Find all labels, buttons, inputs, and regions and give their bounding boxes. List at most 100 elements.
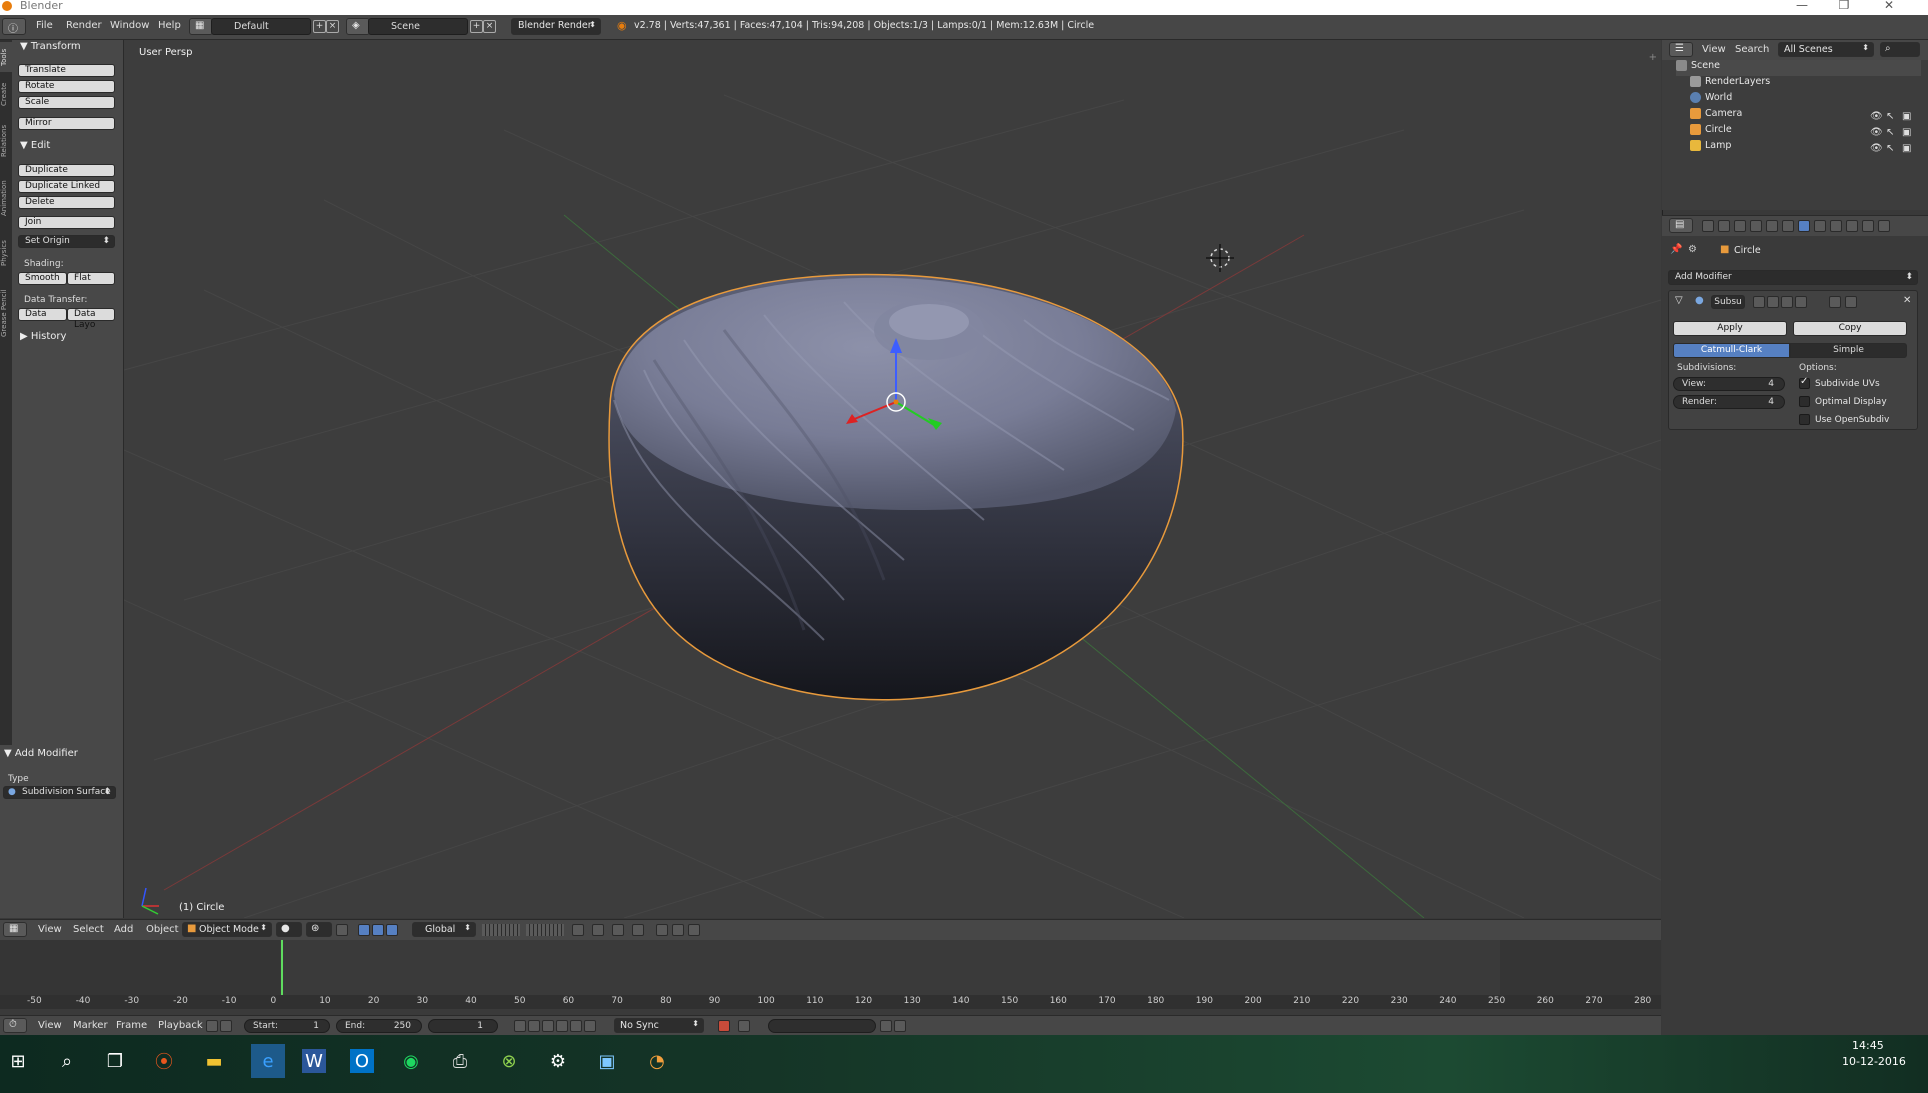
set-origin-select[interactable]: Set Origin ⬍ xyxy=(18,235,115,248)
layer-buttons-1[interactable] xyxy=(482,924,520,936)
play-reverse-icon[interactable] xyxy=(542,1020,554,1032)
search-icon[interactable]: ⌕ xyxy=(55,1049,79,1073)
rotate-button[interactable]: Rotate xyxy=(18,80,115,93)
tab-animation[interactable]: Animation xyxy=(0,168,12,228)
keying-set-icon[interactable] xyxy=(738,1020,750,1032)
smooth-button[interactable]: Smooth xyxy=(18,272,67,285)
snap-icon[interactable] xyxy=(612,924,624,936)
auto-keying-icon[interactable] xyxy=(718,1020,730,1032)
render-toggle-icon[interactable] xyxy=(1753,296,1765,308)
outliner-search-field[interactable]: ⌕ xyxy=(1880,42,1920,57)
lock-layers-icon[interactable] xyxy=(572,924,584,936)
collapse-arrow-icon[interactable]: ▽ xyxy=(1675,295,1683,306)
duplicate-button[interactable]: Duplicate xyxy=(18,164,115,177)
modifier-name-field[interactable]: Subsu xyxy=(1711,295,1745,309)
render-layers-tab-icon[interactable] xyxy=(1718,220,1730,232)
render-camera-icon[interactable]: ▣ xyxy=(1902,127,1911,138)
current-frame-field[interactable]: 1 xyxy=(428,1019,498,1033)
simple-toggle[interactable]: Simple xyxy=(1790,343,1907,358)
optimal-display-checkbox[interactable] xyxy=(1799,396,1810,407)
pin-icon[interactable]: 📌 xyxy=(1670,244,1682,255)
editor-type-info-button[interactable]: ⓘ xyxy=(2,18,26,35)
edge-icon[interactable]: e xyxy=(251,1044,285,1078)
subdivide-uvs-checkbox[interactable] xyxy=(1799,376,1810,389)
translate-manipulator-icon[interactable] xyxy=(358,924,370,936)
flat-button[interactable]: Flat xyxy=(67,272,115,285)
add-layout-icon[interactable]: + xyxy=(313,20,326,33)
modifier-type-select[interactable]: ● Subdivision Surface ⬍ xyxy=(3,786,116,799)
settings-icon[interactable]: ⚙ xyxy=(546,1049,570,1073)
end-frame-field[interactable]: End: 250 xyxy=(336,1019,422,1033)
modifiers-tab-icon[interactable] xyxy=(1798,220,1810,232)
editmode-toggle-icon[interactable] xyxy=(1781,296,1793,308)
tab-physics[interactable]: Physics xyxy=(0,230,12,276)
data-tab-icon[interactable] xyxy=(1814,220,1826,232)
timeline-menu-frame[interactable]: Frame xyxy=(116,1020,147,1031)
material-tab-icon[interactable] xyxy=(1830,220,1842,232)
menu-file[interactable]: File xyxy=(36,20,53,31)
texture-tab-icon[interactable] xyxy=(1846,220,1858,232)
interaction-mode-select[interactable]: ■ Object Mode ⬍ xyxy=(182,922,272,937)
jump-keyframe-back-icon[interactable] xyxy=(528,1020,540,1032)
opengl-render-icon[interactable] xyxy=(672,924,684,936)
proportional-edit-icon[interactable] xyxy=(592,924,604,936)
transform-orientation-select[interactable]: Global ⬍ xyxy=(412,922,476,937)
eye-icon[interactable]: 👁 xyxy=(1870,127,1883,138)
delete-button[interactable]: Delete xyxy=(18,196,115,209)
rotate-manipulator-icon[interactable] xyxy=(372,924,384,936)
jump-keyframe-forward-icon[interactable] xyxy=(570,1020,582,1032)
outliner-row-scene[interactable]: Scene xyxy=(1676,60,1921,76)
eye-icon[interactable]: 👁 xyxy=(1870,111,1883,122)
remove-modifier-icon[interactable]: ✕ xyxy=(1903,295,1911,306)
manipulator-toggle-icon[interactable] xyxy=(336,924,348,936)
outliner-menu-view[interactable]: View xyxy=(1702,44,1726,55)
view-levels-field[interactable]: View: 4 xyxy=(1673,377,1785,391)
xbox-icon[interactable]: ⊗ xyxy=(497,1049,521,1073)
outliner-menu-search[interactable]: Search xyxy=(1735,44,1769,55)
layer-buttons-2[interactable] xyxy=(526,924,564,936)
copy-button[interactable]: Copy xyxy=(1793,321,1907,336)
editor-type-outliner-button[interactable]: ☰ xyxy=(1669,42,1693,57)
data-layout-button[interactable]: Data Layo xyxy=(67,308,115,330)
play-icon[interactable] xyxy=(556,1020,568,1032)
active-keying-set-field[interactable] xyxy=(768,1019,876,1033)
viewport-toggle-icon[interactable] xyxy=(1767,296,1779,308)
jump-start-icon[interactable] xyxy=(514,1020,526,1032)
jump-end-icon[interactable] xyxy=(584,1020,596,1032)
menu-help[interactable]: Help xyxy=(158,20,181,31)
select-arrow-icon[interactable]: ↖ xyxy=(1886,127,1894,138)
add-scene-icon[interactable]: + xyxy=(470,20,483,33)
outliner-row-world[interactable]: World xyxy=(1690,92,1928,108)
editor-type-properties-button[interactable]: ▤ xyxy=(1669,218,1693,233)
start-frame-field[interactable]: Start: 1 xyxy=(244,1019,330,1033)
history-panel-header[interactable]: ▶ History xyxy=(20,331,66,342)
render-camera-icon[interactable]: ▣ xyxy=(1902,111,1911,122)
physics-tab-icon[interactable] xyxy=(1878,220,1890,232)
scene-browse-button[interactable]: ◈ xyxy=(346,18,370,35)
cage-toggle-icon[interactable] xyxy=(1795,296,1807,308)
menu-render[interactable]: Render xyxy=(66,20,102,31)
edit-panel-header[interactable]: ▼ Edit xyxy=(20,140,50,151)
render-camera-icon[interactable]: ▣ xyxy=(1902,143,1911,154)
remove-scene-icon[interactable]: × xyxy=(483,20,496,33)
mirror-button[interactable]: Mirror xyxy=(18,117,115,130)
outliner-display-mode-select[interactable]: All Scenes ⬍ xyxy=(1778,42,1874,57)
editor-type-3dview-button[interactable]: ▦ xyxy=(3,922,27,937)
select-arrow-icon[interactable]: ↖ xyxy=(1886,111,1894,122)
snap-target-icon[interactable] xyxy=(632,924,644,936)
use-opensubdiv-checkbox[interactable] xyxy=(1799,414,1810,425)
network-icon[interactable]: ▣ xyxy=(595,1049,619,1073)
tab-relations[interactable]: Relations xyxy=(0,116,12,166)
minimize-icon[interactable]: — xyxy=(1788,0,1816,12)
scale-manipulator-icon[interactable] xyxy=(386,924,398,936)
menu-select[interactable]: Select xyxy=(73,924,104,935)
restore-icon[interactable]: ❐ xyxy=(1830,0,1858,12)
render-engine-select[interactable]: Blender Render ⬍ xyxy=(511,18,601,35)
scale-button[interactable]: Scale xyxy=(18,96,115,109)
timeline-menu-marker[interactable]: Marker xyxy=(73,1020,108,1031)
translate-button[interactable]: Translate xyxy=(18,64,115,77)
insert-keyframe-icon[interactable] xyxy=(880,1020,892,1032)
pivot-point-select[interactable]: ⊛ xyxy=(306,922,332,937)
outlook-icon[interactable]: O xyxy=(350,1049,374,1073)
screen-layout-field[interactable]: Default xyxy=(211,18,311,35)
